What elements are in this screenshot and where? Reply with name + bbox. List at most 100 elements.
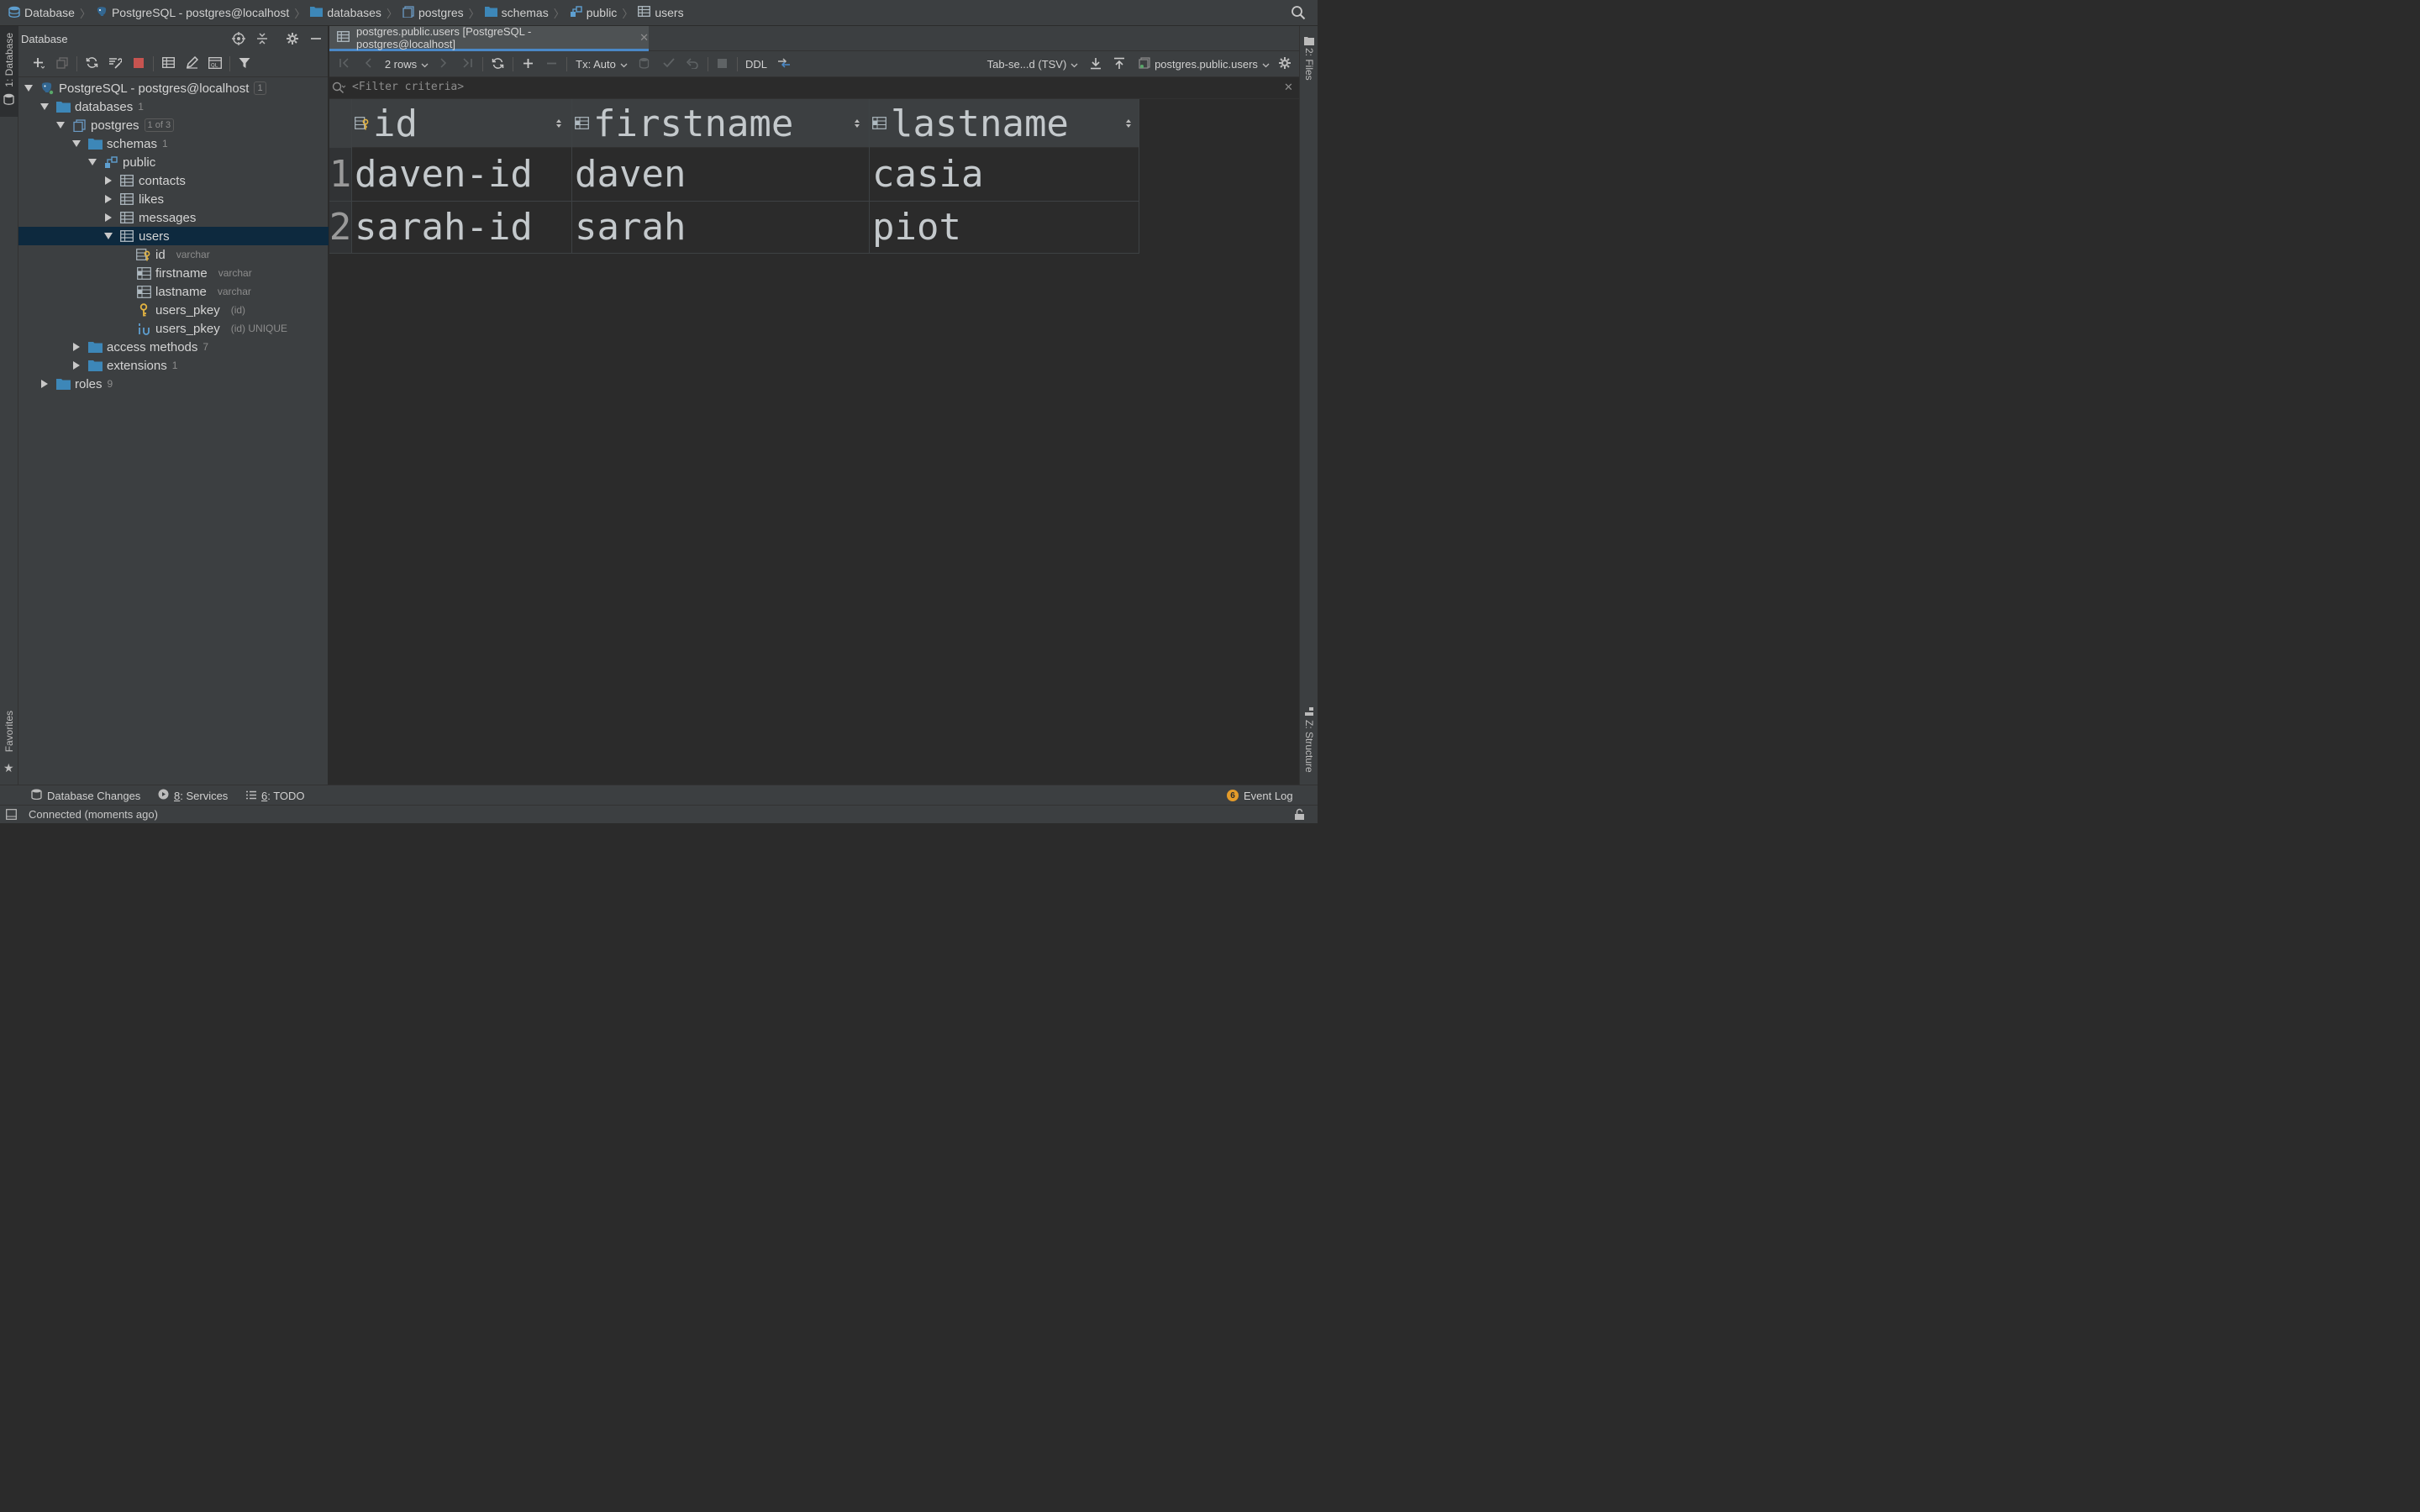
transaction-mode-dropdown[interactable]: Tx: Auto [575, 51, 629, 77]
svg-text:QL: QL [211, 62, 218, 68]
export-format-dropdown[interactable]: Tab-se...d (TSV) [986, 51, 1079, 77]
services-tab[interactable]: 8: Services [158, 785, 228, 806]
grid-cell-id[interactable]: daven-id [355, 148, 533, 201]
index-icon [136, 322, 151, 335]
column-header-firstname[interactable]: firstname [571, 99, 869, 148]
import-data-button[interactable] [1111, 51, 1128, 77]
tree-node-postgres[interactable]: postgres 1 of 3 [18, 116, 329, 134]
cancel-query-button[interactable] [713, 51, 730, 77]
last-page-button[interactable] [459, 51, 476, 77]
column-type: varchar [218, 267, 252, 279]
hide-panel-icon[interactable] [309, 32, 323, 48]
grid-cell-firstname[interactable]: daven [575, 148, 686, 201]
clear-filter-icon[interactable]: ✕ [1284, 81, 1293, 94]
breadcrumb-schemas[interactable]: schemas [484, 6, 549, 19]
edit-button[interactable] [180, 54, 203, 74]
export-data-button[interactable] [1087, 51, 1104, 77]
structure-tool-tab[interactable]: Z: Structure [1300, 705, 1318, 782]
tree-node-users[interactable]: users [18, 227, 329, 245]
tool-window-toggle-icon[interactable] [6, 809, 17, 822]
favorites-tool-tab[interactable]: Favorites ★ [0, 711, 18, 782]
breadcrumb-public[interactable]: public [570, 5, 617, 20]
tree-node-likes[interactable]: likes [18, 190, 329, 208]
tree-node-messages[interactable]: messages [18, 208, 329, 227]
sort-icon[interactable] [556, 118, 561, 131]
close-tab-icon[interactable]: ✕ [639, 31, 649, 45]
filter-button[interactable] [233, 54, 256, 74]
collapse-all-icon[interactable] [255, 32, 269, 48]
tree-node-connection[interactable]: PostgreSQL - postgres@localhost 1 [18, 79, 329, 97]
duplicate-button[interactable] [50, 54, 74, 74]
files-tool-tab[interactable]: 2: Files [1300, 33, 1318, 92]
tree-node-column-lastname[interactable]: lastname varchar [18, 282, 329, 301]
breadcrumb-databases[interactable]: databases [310, 6, 381, 19]
tree-node-contacts[interactable]: contacts [18, 171, 329, 190]
filter-icon [239, 57, 250, 71]
submit-button[interactable] [660, 51, 677, 77]
first-page-button[interactable] [336, 51, 353, 77]
breadcrumb-postgres[interactable]: postgres [402, 5, 464, 20]
breadcrumb-users[interactable]: users [638, 6, 684, 19]
console-button[interactable]: QL [203, 54, 227, 74]
grid-cell-lastname[interactable]: piot [872, 201, 961, 253]
grid-line [571, 99, 572, 253]
row-number: 1 [329, 148, 351, 201]
delete-row-button[interactable] [543, 51, 560, 77]
database-tool-tab[interactable]: 1: Database [0, 26, 18, 117]
grid-cell-id[interactable]: sarah-id [355, 201, 533, 253]
rollback-button[interactable] [684, 51, 701, 77]
sort-icon[interactable] [855, 118, 860, 131]
connection-status: Connected (moments ago) [29, 808, 158, 821]
todo-tab[interactable]: 6: TODO [246, 785, 305, 806]
reload-button[interactable] [489, 51, 506, 77]
column-header-label: lastname [891, 102, 1069, 145]
next-page-button[interactable] [435, 51, 452, 77]
column-header-id[interactable]: id [351, 99, 571, 148]
tree-node-column-firstname[interactable]: firstname varchar [18, 264, 329, 282]
grid-cell-firstname[interactable]: sarah [575, 201, 686, 253]
tree-node-databases[interactable]: databases 1 [18, 97, 329, 116]
ddl-button[interactable]: DDL [743, 51, 770, 77]
grid-cell-lastname[interactable]: casia [872, 148, 983, 201]
tree-node-column-id[interactable]: id varchar [18, 245, 329, 264]
tree-node-schemas[interactable]: schemas 1 [18, 134, 329, 153]
sort-icon[interactable] [1126, 118, 1131, 131]
breadcrumb-database[interactable]: Database [8, 6, 75, 20]
tree-node-extensions[interactable]: extensions 1 [18, 356, 329, 375]
data-source-properties-button[interactable] [103, 54, 127, 74]
event-log-tab[interactable]: 6 Event Log [1227, 785, 1293, 806]
column-header-lastname[interactable]: lastname [869, 99, 1139, 148]
refresh-button[interactable] [80, 54, 103, 74]
add-button[interactable] [27, 54, 50, 74]
table-view-button[interactable] [156, 54, 180, 74]
editor-tab-users[interactable]: postgres.public.users [PostgreSQL - post… [329, 25, 649, 51]
tree-node-primary-key[interactable]: users_pkey (id) [18, 301, 329, 319]
tree-node-unique-index[interactable]: users_pkey (id) UNIQUE [18, 319, 329, 338]
lock-icon[interactable] [1294, 808, 1305, 823]
structure-icon [1304, 706, 1314, 720]
filter-criteria-input[interactable]: <Filter criteria> [352, 81, 464, 93]
breadcrumb-connection[interactable]: PostgreSQL - postgres@localhost [96, 6, 289, 20]
table-selector-dropdown[interactable]: postgres.public.users [1138, 51, 1270, 77]
tree-count: 9 [107, 378, 113, 390]
add-row-button[interactable] [519, 51, 536, 77]
collapsed-arrow-icon [103, 193, 114, 205]
previous-page-button[interactable] [360, 51, 376, 77]
search-everywhere-button[interactable] [1291, 5, 1306, 23]
search-filter-icon[interactable] [332, 81, 346, 97]
gear-icon[interactable] [286, 32, 299, 48]
tree-node-public[interactable]: public [18, 153, 329, 171]
table-row[interactable]: 2 sarah-id sarah piot [329, 201, 1139, 253]
database-changes-tab[interactable]: Database Changes [31, 785, 140, 806]
table-row[interactable]: 1 daven-id daven casia [329, 148, 1139, 201]
page-size-dropdown[interactable]: 2 rows [383, 51, 430, 77]
db-commit-settings-button[interactable] [635, 51, 652, 77]
disconnect-button[interactable] [127, 54, 150, 74]
tree-node-access-methods[interactable]: access methods 7 [18, 338, 329, 356]
grid-settings-button[interactable] [1276, 51, 1293, 77]
locate-icon[interactable] [232, 32, 245, 48]
tree-node-roles[interactable]: roles 9 [18, 375, 329, 393]
folder-icon [310, 6, 324, 19]
compare-button[interactable] [775, 51, 793, 77]
folder-icon [484, 6, 497, 19]
